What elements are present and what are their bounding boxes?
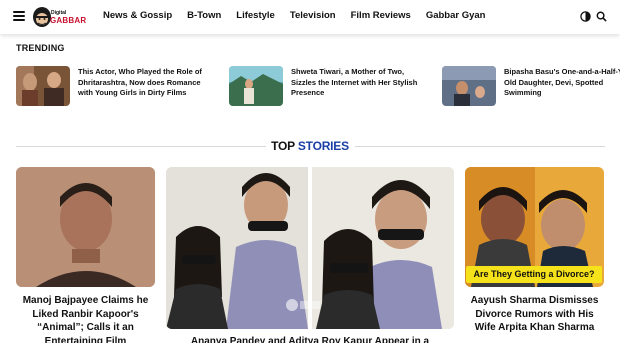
trending-thumbnail[interactable] (16, 66, 70, 106)
story-title[interactable]: Aayush Sharma Dismisses Divorce Rumors w… (465, 294, 604, 335)
logo-face-icon (33, 7, 51, 27)
nav-item-news-gossip[interactable]: News & Gossip (103, 10, 172, 21)
top-stories-heading: TOP STORIES (0, 139, 620, 153)
site-logo[interactable]: Digital GABBAR (32, 5, 86, 29)
search-icon[interactable] (596, 11, 607, 22)
trending-item-title[interactable]: This Actor, Who Played the Role of Dhrit… (78, 67, 212, 99)
main-nav: News & Gossip B-Town Lifestyle Televisio… (103, 10, 485, 21)
trending-thumbnail[interactable] (229, 66, 283, 106)
trending-item-title-line2: Old Daughter, Devi, Spotted (504, 77, 604, 87)
top-stories-heading-part2: STORIES (297, 139, 349, 153)
trending-item-title-line1: Bipasha Basu's One-and-a-Half-Year- (504, 67, 620, 76)
trending-heading: TRENDING (16, 43, 65, 53)
trending-item-title-line3: Swimming (504, 88, 542, 97)
nav-item-film-reviews[interactable]: Film Reviews (351, 10, 411, 21)
site-header: Digital GABBAR News & Gossip B-Town Life… (0, 0, 620, 34)
menu-icon[interactable] (13, 11, 25, 21)
logo-text-gabbar: GABBAR (50, 16, 87, 25)
story-image-banner: Are They Getting a Divorce? (466, 266, 602, 283)
trending-item[interactable]: This Actor, Who Played the Role of Dhrit… (16, 66, 216, 106)
story-title[interactable]: Manoj Bajpayee Claims he Liked Ranbir Ka… (16, 294, 155, 343)
story-image[interactable] (16, 167, 155, 287)
nav-item-lifestyle[interactable]: Lifestyle (236, 10, 275, 21)
dark-mode-icon[interactable] (580, 11, 591, 22)
top-stories-heading-part1: TOP (271, 139, 295, 153)
nav-item-b-town[interactable]: B-Town (187, 10, 221, 21)
trending-thumbnail[interactable] (442, 66, 496, 106)
nav-item-television[interactable]: Television (290, 10, 336, 21)
trending-item-title[interactable]: Shweta Tiwari, a Mother of Two, Sizzles … (291, 67, 426, 99)
trending-item-title[interactable]: Bipasha Basu's One-and-a-Half-Year- Old … (504, 67, 620, 99)
trending-item[interactable]: Bipasha Basu's One-and-a-Half-Year- Old … (442, 66, 620, 106)
story-image[interactable] (166, 167, 454, 329)
story-title[interactable]: Ananya Pandey and Aditya Roy Kapur Appea… (166, 335, 454, 343)
nav-item-gabbar-gyan[interactable]: Gabbar Gyan (426, 10, 486, 21)
trending-item[interactable]: Shweta Tiwari, a Mother of Two, Sizzles … (229, 66, 429, 106)
